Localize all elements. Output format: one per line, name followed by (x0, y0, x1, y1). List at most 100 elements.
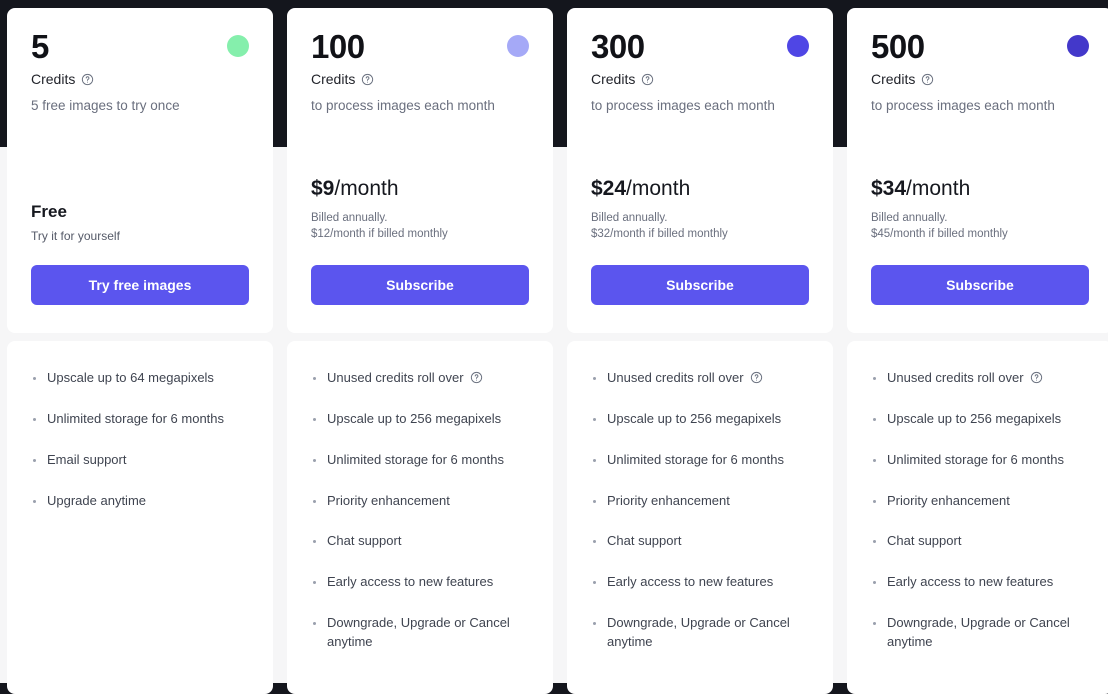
plan-color-dot (507, 35, 529, 57)
plan-price-block: $34/month Billed annually. $45/month if bi… (871, 176, 1089, 243)
plan-feature-text: Early access to new features (327, 574, 494, 590)
plan-feature-text: Chat support (887, 533, 962, 549)
try-free-images-button[interactable]: Try free images (31, 265, 249, 305)
plan-billing-note: Billed annually. $45/month if billed mont… (871, 210, 1089, 243)
subscribe-button[interactable]: Subscribe (871, 265, 1089, 305)
plan-feature-item: Unused credits roll over (591, 369, 809, 388)
plan-price-subtitle: Try it for yourself (31, 229, 120, 243)
plan-credits-amount: 5 (31, 28, 49, 65)
plan-feature-text: Unlimited storage for 6 months (327, 451, 505, 467)
plan-credits-label: Credits (591, 71, 636, 87)
plan-feature-text: Unlimited storage for 6 months (47, 410, 225, 426)
plan-feature-item: Upscale up to 256 megapixels (311, 410, 529, 429)
plan-summary-card: 300 Credits to process images each month $2… (567, 8, 833, 333)
plan-credits-label-row: Credits (871, 71, 1089, 87)
plan-feature-text: Upscale up to 256 megapixels (887, 410, 1062, 426)
plan-feature-item: Priority enhancement (311, 492, 529, 511)
plan-feature-list: Unused credits roll over Upscale up to 25… (871, 369, 1089, 652)
plan-feature-item: Early access to new features (591, 573, 809, 592)
plan-feature-item: Upgrade anytime (31, 492, 249, 511)
plan-price-block: Free Try it for yourself (31, 202, 249, 243)
plan-credits-label: Credits (871, 71, 916, 87)
plan-price: $9/month (311, 176, 529, 201)
plan-credits-label-row: Credits (31, 71, 249, 87)
plan-feature-list: Upscale up to 64 megapixels Unlimited sto… (31, 369, 249, 510)
plan-features-card: Unused credits roll over Upscale up to 25… (847, 341, 1108, 694)
pricing-plan-column: 500 Credits to process images each month $3… (840, 8, 1108, 694)
plan-feature-item: Unlimited storage for 6 months (31, 410, 249, 429)
plan-credits-label-row: Credits (591, 71, 809, 87)
plan-feature-item: Upscale up to 64 megapixels (31, 369, 249, 388)
plan-feature-item: Upscale up to 256 megapixels (871, 410, 1089, 429)
plan-credits-header: 5 (31, 30, 249, 63)
plan-feature-text: Chat support (607, 533, 682, 549)
plan-price-amount: $34 (871, 177, 907, 201)
plan-feature-item: Downgrade, Upgrade or Cancel anytime (311, 614, 529, 652)
info-circle-icon[interactable] (921, 73, 934, 86)
info-circle-icon[interactable] (641, 73, 654, 86)
plan-feature-list: Unused credits roll over Upscale up to 25… (311, 369, 529, 652)
subscribe-button[interactable]: Subscribe (591, 265, 809, 305)
subscribe-button[interactable]: Subscribe (311, 265, 529, 305)
plan-feature-item: Downgrade, Upgrade or Cancel anytime (591, 614, 809, 652)
plan-credits-label: Credits (311, 71, 356, 87)
plan-tagline: to process images each month (591, 98, 775, 113)
plan-feature-text: Early access to new features (887, 574, 1054, 590)
plan-feature-text: Chat support (327, 533, 402, 549)
plan-billing-note: Billed annually. $32/month if billed mont… (591, 210, 809, 243)
info-circle-icon[interactable] (81, 73, 94, 86)
plan-feature-text: Downgrade, Upgrade or Cancel anytime (327, 615, 510, 649)
plan-billing-note-line1: Billed annually. (871, 211, 948, 224)
plan-feature-item: Early access to new features (871, 573, 1089, 592)
plan-price-title: Free (31, 202, 67, 221)
plan-feature-text: Early access to new features (607, 574, 774, 590)
plan-tagline: 5 free images to try once (31, 98, 180, 113)
plan-color-dot (787, 35, 809, 57)
info-circle-icon[interactable] (470, 371, 483, 384)
plan-feature-text: Unused credits roll over (327, 370, 464, 385)
plan-summary-card: 100 Credits to process images each month $9… (287, 8, 553, 333)
plan-features-card: Unused credits roll over Upscale up to 25… (567, 341, 833, 694)
info-circle-icon[interactable] (1030, 371, 1043, 384)
plan-billing-note-line1: Billed annually. (311, 211, 388, 224)
plan-feature-text: Downgrade, Upgrade or Cancel anytime (607, 615, 790, 649)
info-circle-icon[interactable] (361, 73, 374, 86)
plan-feature-item: Unused credits roll over (311, 369, 529, 388)
plan-feature-item: Chat support (871, 532, 1089, 551)
plan-feature-item: Chat support (311, 532, 529, 551)
info-circle-icon[interactable] (750, 371, 763, 384)
plan-features-card: Upscale up to 64 megapixels Unlimited sto… (7, 341, 273, 694)
plan-billing-note-line2: $32/month if billed monthly (591, 228, 728, 241)
plan-credits-header: 300 (591, 30, 809, 63)
plan-feature-text: Upscale up to 64 megapixels (47, 370, 214, 385)
plan-feature-item: Early access to new features (311, 573, 529, 592)
plan-billing-note-line2: $12/month if billed monthly (311, 228, 448, 241)
plan-feature-text: Upscale up to 256 megapixels (607, 410, 782, 426)
plan-price-amount: $9 (311, 177, 335, 201)
plan-billing-note-line1: Billed annually. (591, 211, 668, 224)
plan-feature-item: Priority enhancement (591, 492, 809, 511)
plan-feature-text: Upscale up to 256 megapixels (327, 410, 502, 426)
plan-feature-item: Unlimited storage for 6 months (311, 451, 529, 470)
plan-feature-text: Unlimited storage for 6 months (887, 451, 1065, 467)
plan-price-period: /month (334, 177, 399, 201)
plan-credits-header: 500 (871, 30, 1089, 63)
pricing-plan-column: 100 Credits to process images each month $9… (280, 8, 560, 694)
plan-credits-header: 100 (311, 30, 529, 63)
plan-feature-text: Unlimited storage for 6 months (607, 451, 785, 467)
plan-tagline: to process images each month (871, 98, 1055, 113)
plan-summary-card: 500 Credits to process images each month $3… (847, 8, 1108, 333)
plan-credits-label: Credits (31, 71, 76, 87)
plan-feature-text: Priority enhancement (607, 492, 730, 508)
plan-feature-item: Upscale up to 256 megapixels (591, 410, 809, 429)
plan-summary-card: 5 Credits 5 free images to try once Free Try… (7, 8, 273, 333)
plan-credits-amount: 100 (311, 28, 365, 65)
pricing-plans-grid: 5 Credits 5 free images to try once Free Try… (0, 0, 1108, 694)
plan-price-period: /month (626, 177, 691, 201)
plan-tagline: to process images each month (311, 98, 495, 113)
plan-feature-item: Email support (31, 451, 249, 470)
plan-price-block: $9/month Billed annually. $12/month if bil… (311, 176, 529, 243)
pricing-plan-column: 300 Credits to process images each month $2… (560, 8, 840, 694)
plan-feature-text: Unused credits roll over (607, 370, 744, 385)
plan-price: $34/month (871, 176, 1089, 201)
